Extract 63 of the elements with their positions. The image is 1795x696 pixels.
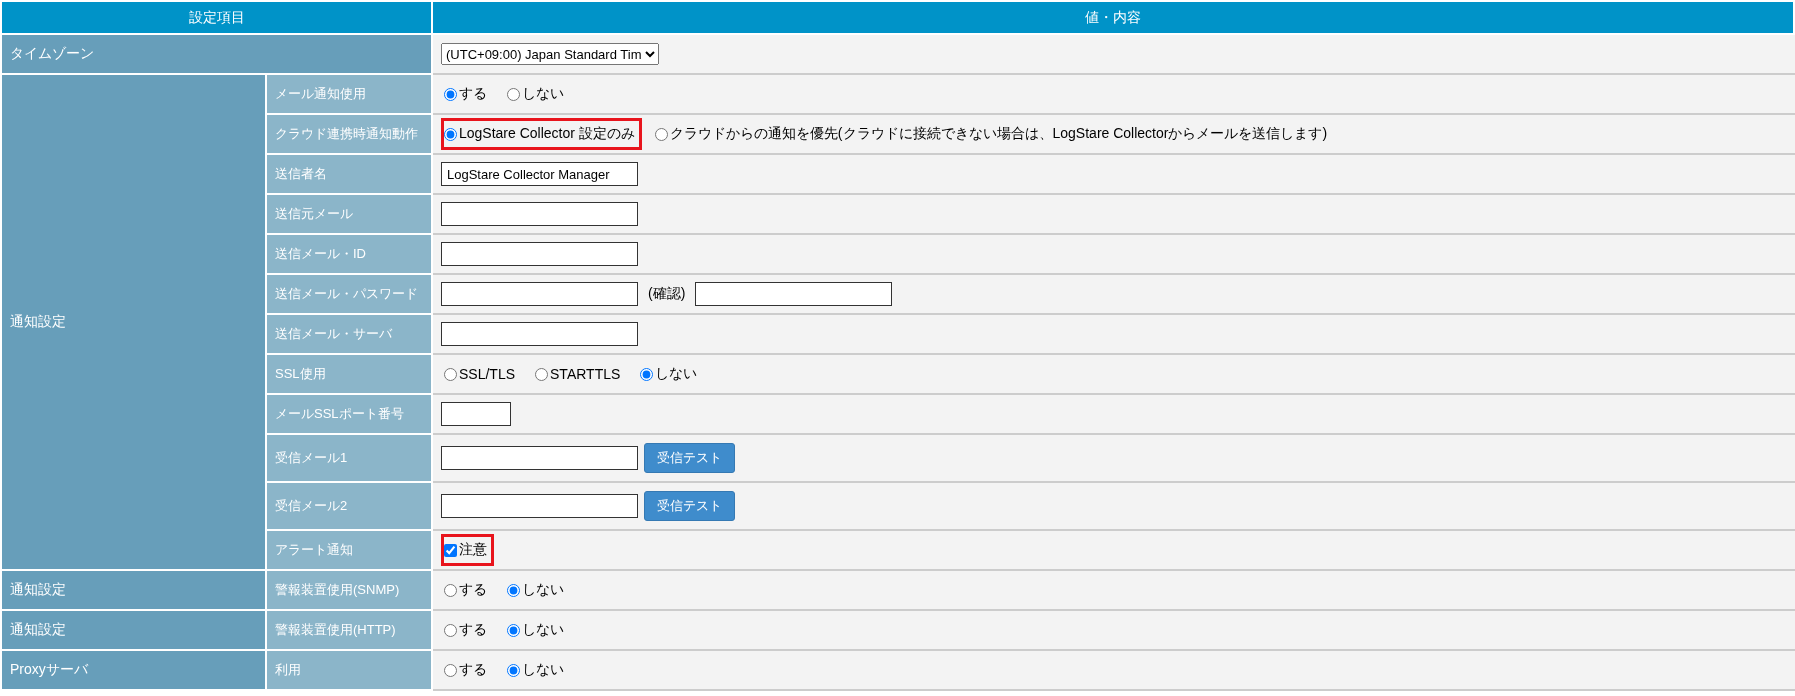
option-label: しない (655, 365, 698, 383)
group-label: 通知設定 (1, 74, 266, 570)
field-label: (確認) (648, 285, 686, 303)
option-label: する (459, 661, 487, 679)
setting-label: 利用 (266, 650, 432, 690)
setting-label: 送信メール・ID (266, 234, 432, 274)
input-field[interactable] (441, 202, 638, 226)
setting-label: 警報装置使用(HTTP) (266, 610, 432, 650)
radio-button[interactable] (444, 367, 457, 381)
radio-button[interactable] (535, 367, 549, 381)
group-label: Proxyサーバ (1, 650, 266, 690)
input-field[interactable] (695, 282, 893, 306)
setting-label: 受信メール1 (266, 434, 432, 482)
radio-button[interactable] (444, 87, 457, 101)
radio-button[interactable] (640, 367, 654, 381)
radio-button[interactable] (444, 663, 457, 677)
input-field[interactable] (441, 282, 638, 306)
input-field[interactable] (441, 446, 638, 470)
setting-label: 警報装置使用(SNMP) (266, 570, 432, 610)
option-label: クラウドからの通知を優先(クラウドに接続できない場合は、LogStare Collectorからメールを送信します) (669, 125, 1328, 143)
option-label: SSL/TLS (459, 366, 516, 382)
setting-label: 送信メール・パスワード (266, 274, 432, 314)
option-label: する (459, 581, 487, 599)
option-label: STARTTLS (550, 366, 621, 382)
option-label: する (459, 85, 487, 103)
radio-button[interactable] (507, 663, 520, 677)
input-field[interactable] (441, 494, 638, 518)
radio-button[interactable] (654, 127, 668, 141)
group-label: 通知設定 (1, 570, 266, 610)
column-header: 値・内容 (432, 1, 1794, 34)
setting-label: SSL使用 (266, 354, 432, 394)
setting-label: メールSSLポート番号 (266, 394, 432, 434)
radio-button[interactable] (507, 623, 520, 637)
input-field[interactable] (441, 322, 638, 346)
radio-button[interactable] (507, 583, 520, 597)
setting-label: クラウド連携時通知動作 (266, 114, 432, 154)
option-label: LogStare Collector 設定のみ (459, 125, 635, 143)
option-label: しない (522, 85, 564, 103)
option-label: 注意 (459, 541, 487, 559)
setting-label: アラート通知 (266, 530, 432, 570)
option-label: しない (522, 661, 564, 679)
setting-label: 送信者名 (266, 154, 432, 194)
test-button[interactable]: 受信テスト (644, 491, 735, 521)
radio-button[interactable] (444, 127, 457, 141)
checkbox[interactable] (444, 543, 457, 557)
option-label: する (459, 621, 487, 639)
test-button[interactable]: 受信テスト (644, 443, 735, 473)
option-label: しない (522, 581, 564, 599)
radio-button[interactable] (444, 623, 457, 637)
input-field[interactable]: LogStare Collector Manager (441, 162, 638, 186)
setting-label: 送信メール・サーバ (266, 314, 432, 354)
input-field[interactable] (441, 402, 511, 426)
group-label: 通知設定 (1, 610, 266, 650)
timezone-select[interactable]: (UTC+09:00) Japan Standard Tim (441, 43, 659, 65)
setting-label: 受信メール2 (266, 482, 432, 530)
setting-label: 送信元メール (266, 194, 432, 234)
radio-button[interactable] (444, 583, 457, 597)
option-label: しない (522, 621, 564, 639)
column-header: 設定項目 (1, 1, 432, 34)
setting-label: タイムゾーン (1, 34, 432, 74)
radio-button[interactable] (507, 87, 520, 101)
input-field[interactable] (441, 242, 638, 266)
setting-label: メール通知使用 (266, 74, 432, 114)
